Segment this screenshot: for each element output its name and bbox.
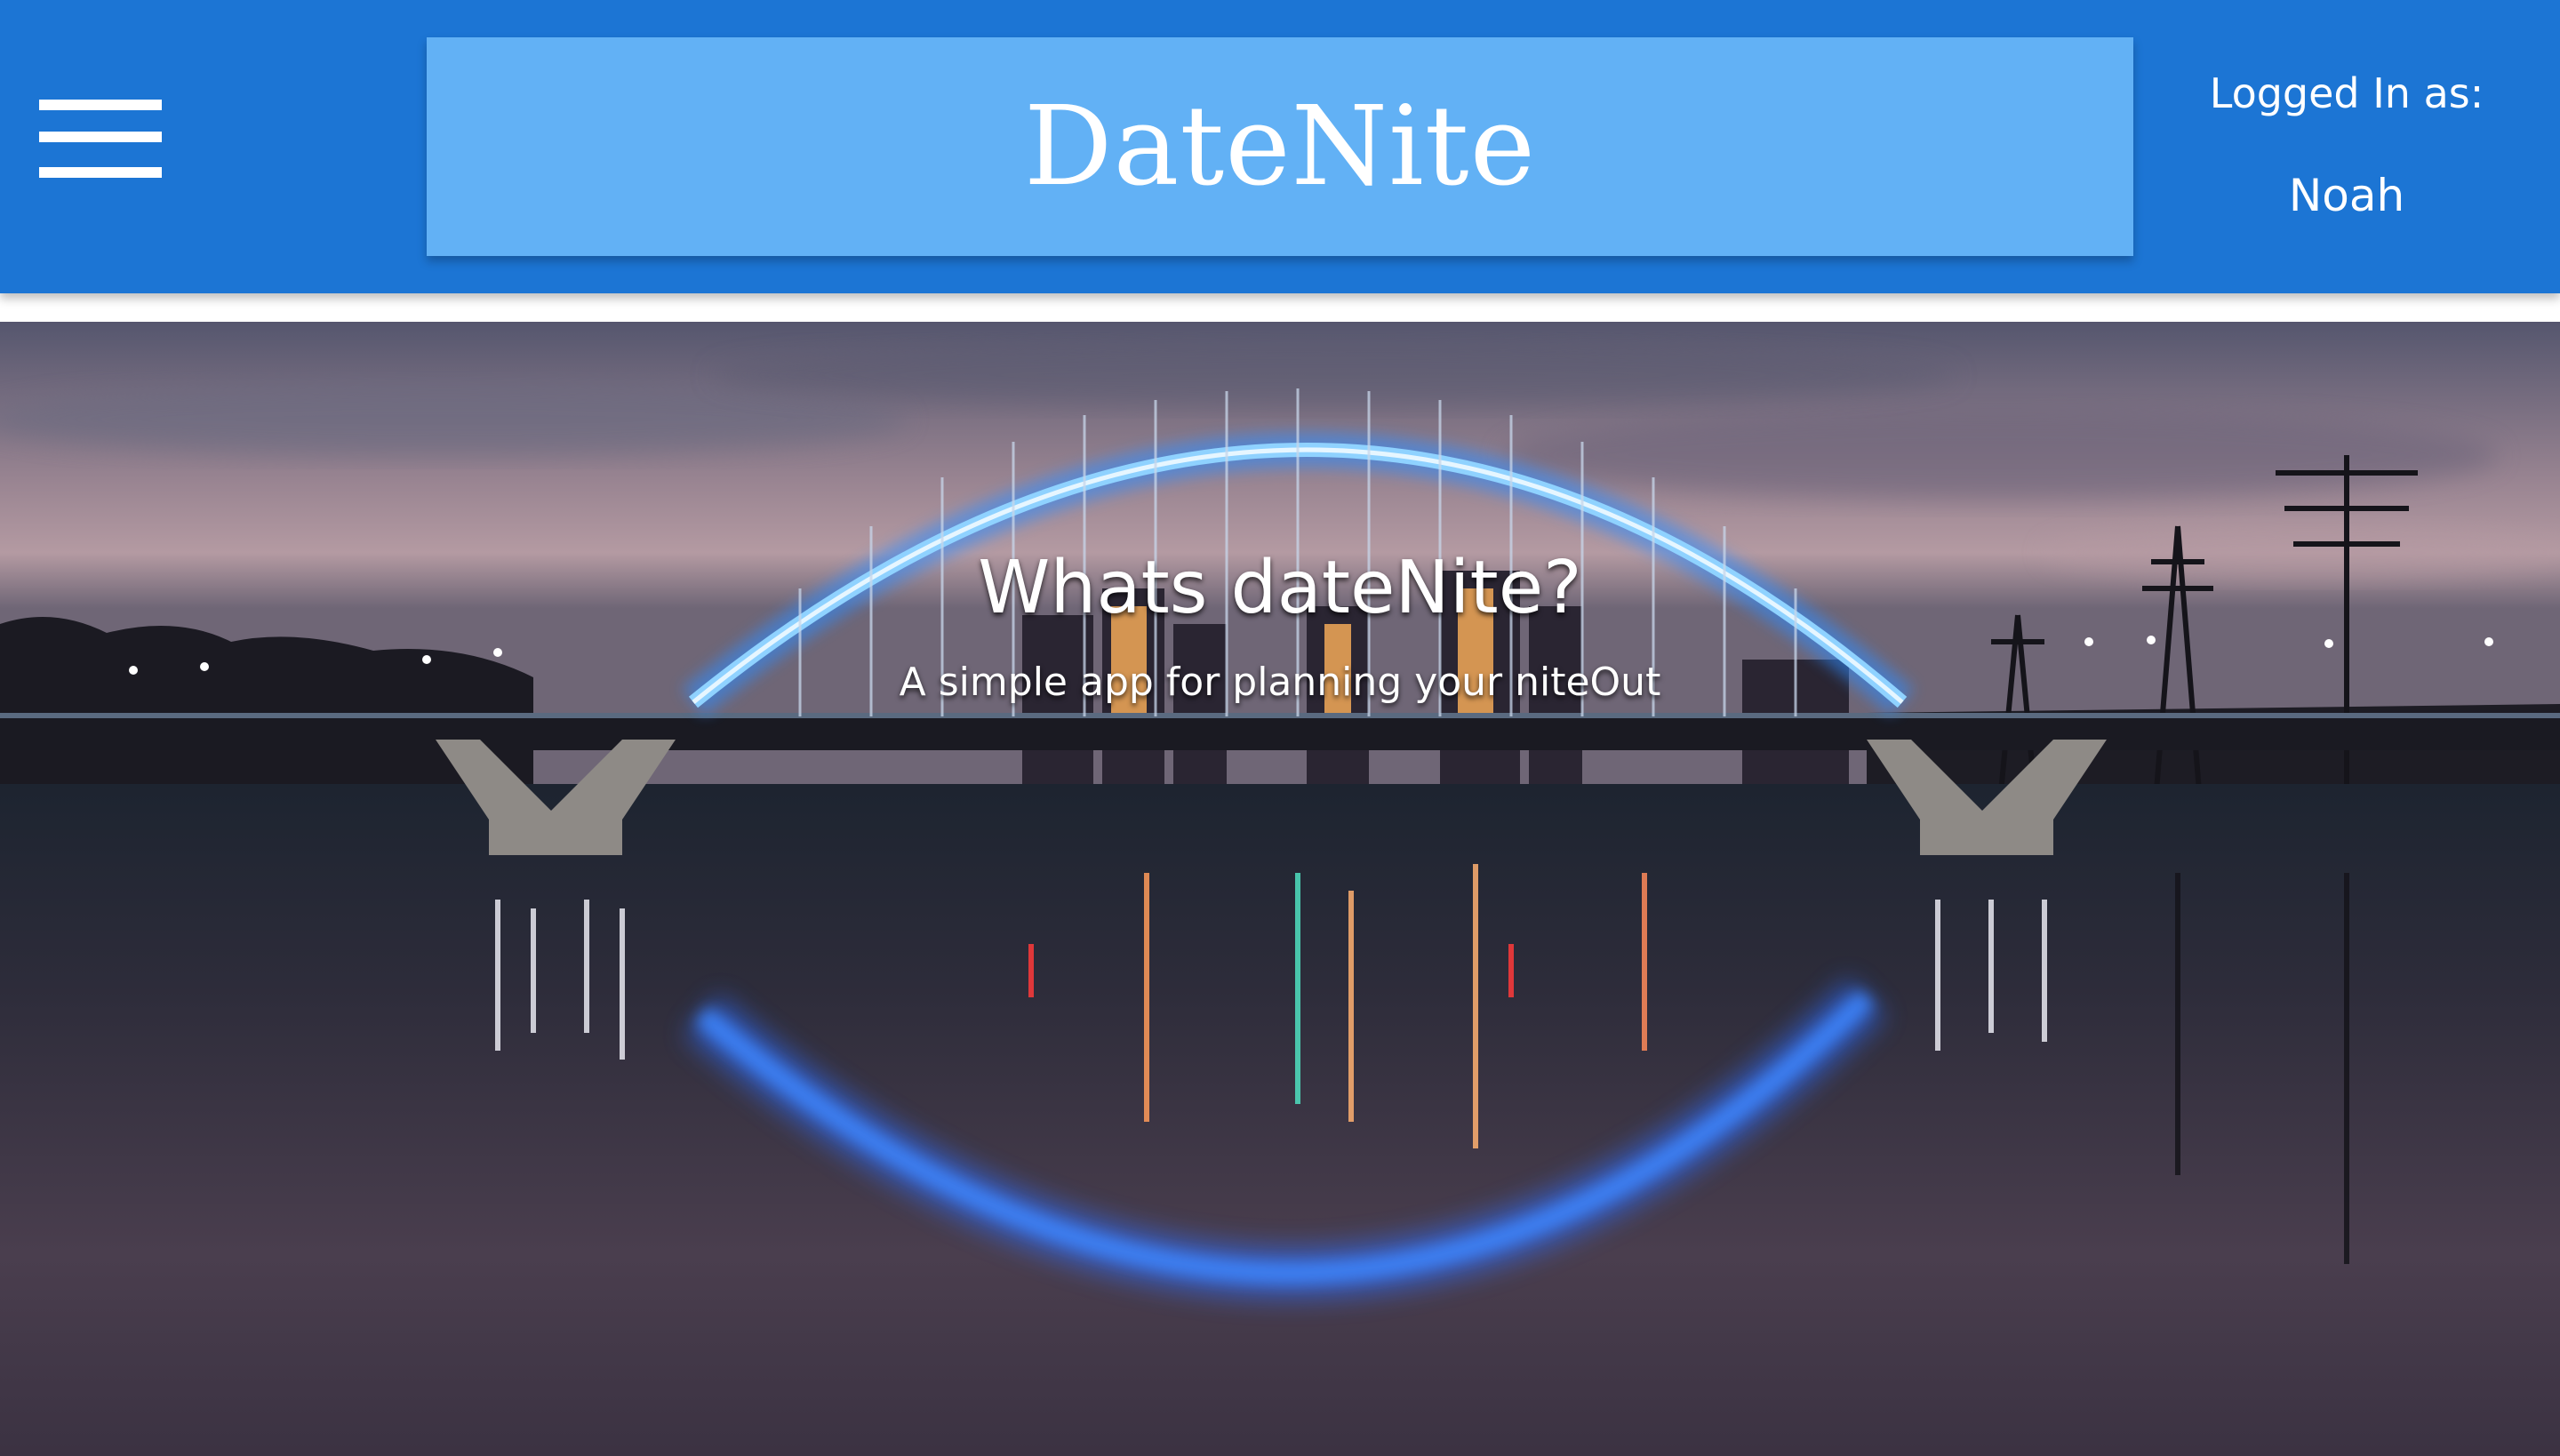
brand-title: DateNite [1024, 83, 1536, 211]
brand-banner: DateNite [427, 37, 2133, 256]
hero-subheading: A simple app for planning your niteOut [899, 660, 1661, 705]
top-header: DateNite Logged In as: Noah [0, 0, 2560, 293]
menu-bar [39, 167, 162, 178]
hero-background-image [0, 322, 2560, 1456]
login-status: Logged In as: Noah [2169, 53, 2524, 231]
user-name[interactable]: Noah [2169, 160, 2524, 231]
login-label: Logged In as: [2209, 69, 2484, 117]
hamburger-menu-icon[interactable] [39, 100, 162, 185]
menu-bar [39, 132, 162, 142]
hero-text: Whats dateNite? A simple app for plannin… [0, 531, 2560, 714]
hero-heading: Whats dateNite? [978, 546, 1582, 630]
hero-section: Whats dateNite? A simple app for plannin… [0, 322, 2560, 1456]
menu-bar [39, 100, 162, 110]
